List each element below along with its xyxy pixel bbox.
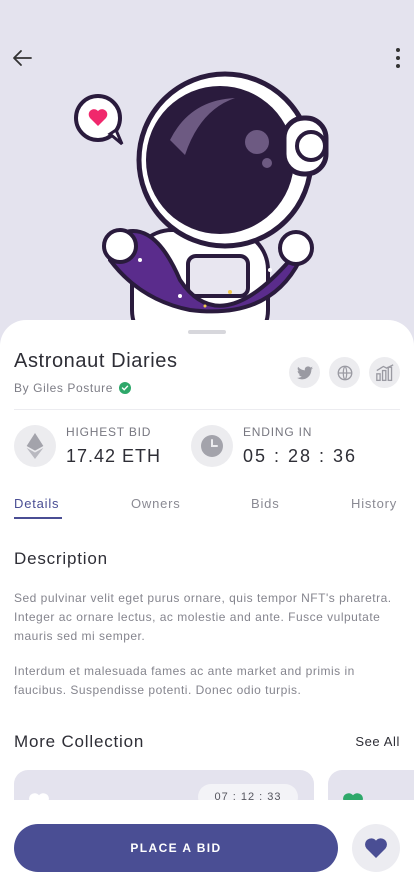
see-all-link[interactable]: See All	[355, 734, 400, 749]
clock-icon	[191, 425, 233, 467]
more-options-button[interactable]	[384, 44, 412, 72]
globe-icon	[337, 365, 352, 380]
active-tab-indicator	[14, 517, 62, 519]
stats-button[interactable]	[369, 357, 400, 388]
description-paragraph-2: Interdum et malesuada fames ac ante mark…	[14, 664, 355, 697]
detail-tabs: Details Owners Bids History	[14, 496, 400, 520]
creator-byline[interactable]: By Giles Posture	[14, 381, 131, 395]
website-button[interactable]	[329, 357, 360, 388]
highest-bid-value: 17.42 ETH	[66, 446, 162, 466]
favorite-button[interactable]	[352, 824, 400, 872]
more-vertical-icon	[396, 48, 400, 68]
description-paragraph-1: Sed pulvinar velit eget purus ornare, qu…	[14, 591, 392, 643]
social-links	[289, 357, 400, 388]
ethereum-icon	[14, 425, 56, 467]
highest-bid-stat: HIGHEST BID 17.42 ETH	[14, 425, 161, 467]
hero-image	[0, 0, 414, 350]
tab-bids[interactable]: Bids	[251, 496, 280, 511]
bottom-action-bar: PLACE A BID	[0, 800, 414, 896]
check-badge-icon	[118, 382, 131, 394]
arrow-left-icon	[13, 50, 32, 66]
more-collection-title: More Collection	[14, 732, 145, 751]
creator-name: By Giles Posture	[14, 381, 113, 395]
ending-in-stat: ENDING IN 05 : 28 : 36	[191, 425, 357, 467]
tab-details[interactable]: Details	[14, 496, 59, 511]
back-button[interactable]	[9, 44, 37, 72]
ending-in-value: 05 : 28 : 36	[243, 446, 358, 466]
tab-history[interactable]: History	[351, 496, 397, 511]
highest-bid-label: HIGHEST BID	[66, 425, 152, 439]
ending-in-label: ENDING IN	[243, 425, 313, 439]
description-title: Description	[14, 549, 108, 568]
place-bid-button[interactable]: PLACE A BID	[14, 824, 338, 872]
nft-title: Astronaut Diaries	[14, 350, 178, 372]
astronaut-illustration	[74, 71, 329, 350]
divider	[14, 409, 400, 410]
twitter-button[interactable]	[289, 357, 320, 388]
twitter-icon	[296, 365, 313, 379]
tab-owners[interactable]: Owners	[131, 496, 181, 511]
stats-icon	[375, 363, 393, 381]
heart-icon	[365, 838, 387, 858]
sheet-handle[interactable]	[188, 330, 226, 334]
